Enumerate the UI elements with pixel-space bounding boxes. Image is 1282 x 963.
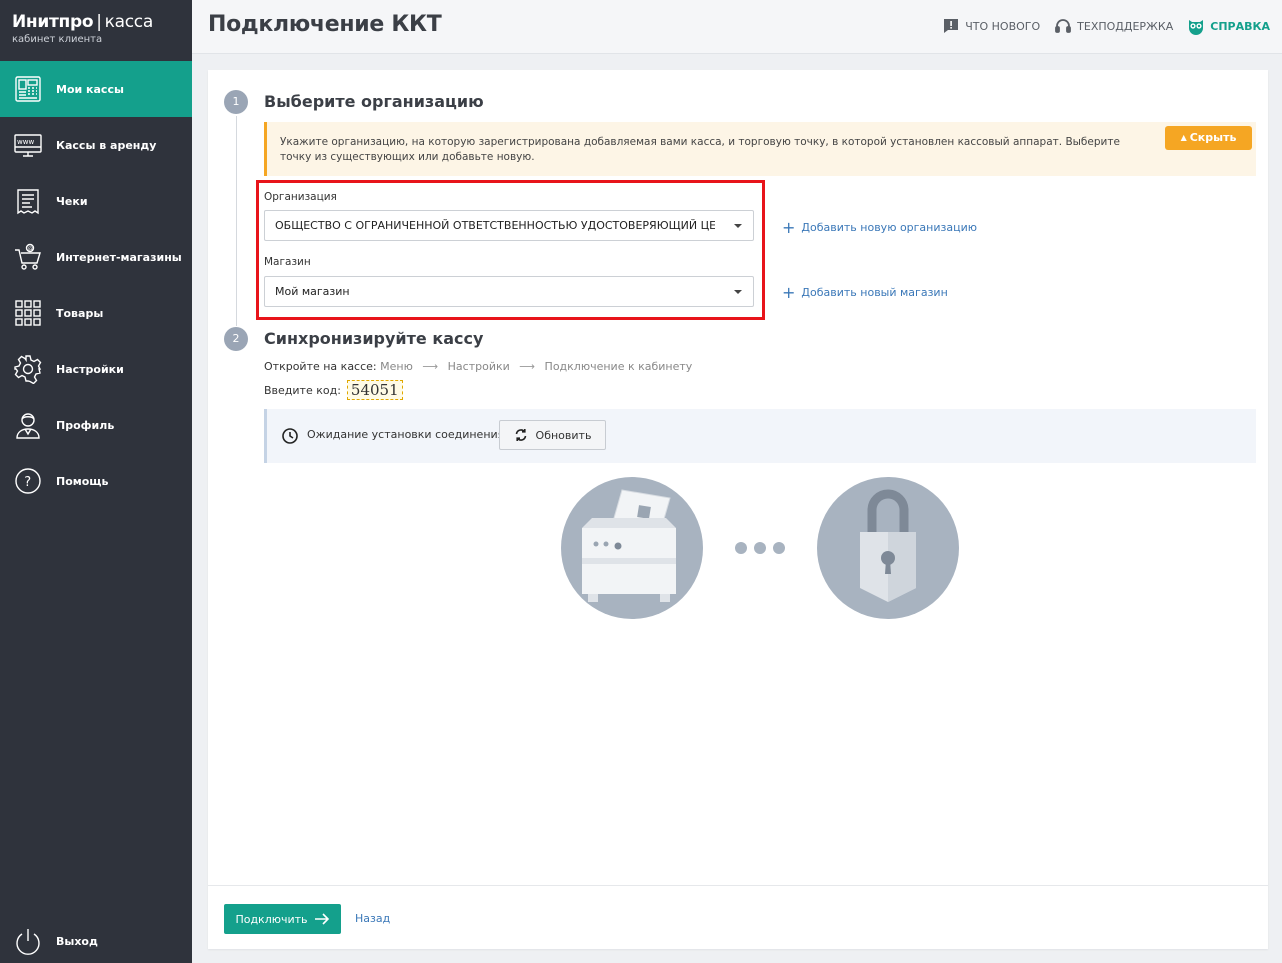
header: Подключение ККТ ЧТО НОВОГО ТЕХПОДДЕРЖКА …	[192, 0, 1282, 54]
connection-illustration	[561, 477, 959, 619]
brand-logo[interactable]: Инитпро | касса кабинет клиента	[12, 12, 153, 45]
power-icon	[16, 929, 40, 955]
path-prefix: Откройте на кассе:	[264, 360, 377, 373]
help-link[interactable]: СПРАВКА	[1187, 17, 1270, 35]
chevron-down-icon	[734, 290, 742, 294]
brand-name: Инитпро | касса	[12, 12, 153, 32]
sidebar-item-my-registers[interactable]: Мои кассы	[0, 61, 192, 117]
code-label: Введите код:	[264, 383, 341, 397]
chevron-down-icon	[734, 224, 742, 228]
refresh-label: Обновить	[535, 428, 592, 442]
logout-label: Выход	[56, 934, 98, 948]
arrow-right-icon	[314, 913, 329, 925]
owl-icon	[1189, 20, 1204, 35]
top-links: ЧТО НОВОГО ТЕХПОДДЕРЖКА СПРАВКА	[942, 17, 1270, 35]
headset-icon	[1055, 19, 1072, 33]
sidebar-item-rental-registers[interactable]: www Кассы в аренду	[0, 117, 192, 173]
receipt-printer-icon	[561, 477, 703, 619]
receipt-icon	[17, 189, 39, 215]
sidebar-item-settings[interactable]: Настройки	[0, 341, 192, 397]
www-monitor-icon: www	[14, 134, 42, 157]
info-notice-text: Укажите организацию, на которую зарегист…	[280, 136, 1120, 163]
refresh-icon	[515, 429, 526, 441]
step-2-badge: 2	[224, 327, 248, 351]
store-select-value: Мой магазин	[275, 285, 350, 298]
sidebar-item-label: Настройки	[56, 362, 124, 376]
info-notice: Укажите организацию, на которую зарегист…	[264, 122, 1256, 176]
sidebar: Инитпро | касса кабинет клиента Мои кассы …	[0, 0, 192, 963]
svg-text:?: ?	[24, 475, 31, 490]
support-link[interactable]: ТЕХПОДДЕРЖКА	[1054, 17, 1173, 35]
step-connector-line	[236, 116, 237, 326]
sidebar-item-receipts[interactable]: Чеки	[0, 173, 192, 229]
page-title: Подключение ККТ	[208, 12, 442, 37]
help-label: СПРАВКА	[1210, 19, 1270, 33]
status-text: Ожидание установки соединения	[307, 428, 505, 441]
path-crumb: Подключение к кабинету	[544, 360, 693, 373]
add-store-label: Добавить новый магазин	[801, 286, 948, 299]
plus-icon: +	[782, 218, 796, 237]
svg-text:@: @	[28, 246, 34, 252]
register-menu-path: Откройте на кассе: Меню ⟶ Настройки ⟶ По…	[264, 360, 692, 373]
add-organization-label: Добавить новую организацию	[801, 221, 978, 234]
hide-button-label: Скрыть	[1189, 131, 1237, 144]
arrow-right-icon: ⟶	[519, 360, 536, 373]
sidebar-nav: Мои кассы www Кассы в аренду Чеки @ Инте…	[0, 61, 192, 509]
plus-icon: +	[782, 283, 796, 302]
sidebar-item-label: Интернет-магазины	[56, 250, 182, 264]
sync-code: 54051	[346, 380, 403, 400]
caret-up-icon: ▲	[1180, 133, 1187, 142]
clock-icon	[282, 428, 298, 444]
connect-button[interactable]: Подключить	[224, 904, 341, 934]
connect-kkt-card: 1 Выберите организацию Укажите организац…	[208, 70, 1268, 949]
sidebar-item-label: Помощь	[56, 474, 109, 488]
chat-alert-icon	[944, 19, 959, 33]
gear-icon	[14, 355, 42, 384]
add-store-link[interactable]: + Добавить новый магазин	[782, 283, 948, 302]
svg-text:www: www	[17, 138, 34, 146]
help-icon: ?	[15, 468, 41, 494]
store-label: Магазин	[264, 256, 311, 268]
support-label: ТЕХПОДДЕРЖКА	[1077, 19, 1174, 33]
sidebar-item-online-stores[interactable]: @ Интернет-магазины	[0, 229, 192, 285]
hide-button[interactable]: ▲ Скрыть	[1165, 126, 1252, 150]
connection-status: Ожидание установки соединения Обновить	[264, 409, 1256, 463]
connect-label: Подключить	[235, 912, 308, 926]
arrow-right-icon: ⟶	[422, 360, 439, 373]
step-1-title: Выберите организацию	[264, 92, 484, 111]
sidebar-item-label: Кассы в аренду	[56, 138, 157, 152]
step-1-badge: 1	[224, 90, 248, 114]
organization-select-value: ОБЩЕСТВО С ОГРАНИЧЕННОЙ ОТВЕТСТВЕННОСТЬЮ…	[275, 219, 715, 232]
path-crumb: Настройки	[447, 360, 510, 373]
sidebar-item-products[interactable]: Товары	[0, 285, 192, 341]
store-select[interactable]: Мой магазин	[264, 276, 754, 307]
organization-select[interactable]: ОБЩЕСТВО С ОГРАНИЧЕННОЙ ОТВЕТСТВЕННОСТЬЮ…	[264, 210, 754, 241]
path-crumb: Меню	[380, 360, 413, 373]
refresh-button[interactable]: Обновить	[499, 420, 606, 450]
sidebar-item-label: Чеки	[56, 194, 88, 208]
organization-label: Организация	[264, 191, 337, 203]
loading-dots-icon	[735, 542, 785, 554]
sidebar-item-label: Профиль	[56, 418, 115, 432]
logout-button[interactable]: Выход	[13, 926, 98, 956]
whats-new-link[interactable]: ЧТО НОВОГО	[942, 17, 1040, 35]
cash-register-icon	[15, 76, 41, 102]
padlock-icon	[817, 477, 959, 619]
sidebar-item-profile[interactable]: Профиль	[0, 397, 192, 453]
add-organization-link[interactable]: + Добавить новую организацию	[782, 218, 977, 237]
step-2-title: Синхронизируйте кассу	[264, 329, 484, 348]
code-line: Введите код: 54051	[264, 380, 403, 400]
back-link[interactable]: Назад	[355, 912, 390, 925]
sidebar-item-help[interactable]: ? Помощь	[0, 453, 192, 509]
grid-icon	[15, 300, 41, 326]
whats-new-label: ЧТО НОВОГО	[965, 19, 1041, 33]
sidebar-item-label: Мои кассы	[56, 82, 124, 96]
brand-subtitle: кабинет клиента	[12, 34, 103, 45]
shopping-cart-icon: @	[15, 243, 41, 270]
user-icon	[16, 413, 40, 439]
card-footer: Подключить Назад	[208, 885, 1268, 949]
sidebar-item-label: Товары	[56, 306, 104, 320]
